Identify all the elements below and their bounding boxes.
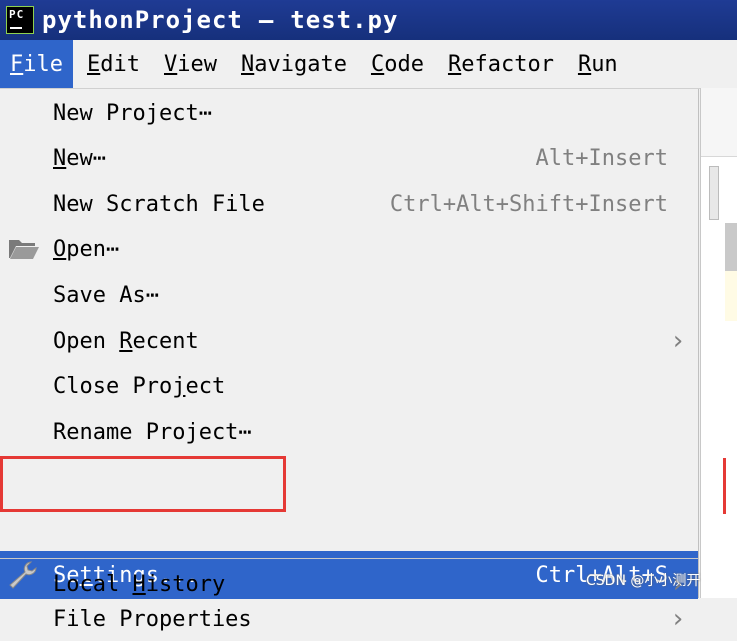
menu-run[interactable]: Run (568, 40, 628, 88)
menu-item-new[interactable]: New⋯ Alt+Insert (0, 136, 698, 180)
menu-item-label: New⋯ (53, 145, 106, 171)
menu-item-open-recent[interactable]: Open Recent › (0, 319, 698, 363)
menu-item-new-scratch-file[interactable]: New Scratch File Ctrl+Alt+Shift+Insert (0, 182, 698, 226)
editor-highlight-line (725, 271, 737, 321)
menu-item-label: Save As⋯ (53, 282, 159, 308)
menu-item-label: Open⋯ (53, 236, 120, 262)
annotation-mark (723, 458, 726, 514)
menu-code[interactable]: Code (361, 40, 434, 88)
folder-open-icon (7, 236, 41, 268)
menu-item-rename-project[interactable]: Rename Project⋯ (0, 410, 698, 454)
window-title-bar: PC pythonProject — test.py (0, 0, 737, 40)
title-separator: — (258, 6, 275, 34)
menu-item-close-project[interactable]: Close Project (0, 364, 698, 408)
menu-refactor[interactable]: Refactor (438, 40, 564, 88)
editor-background-strip (700, 88, 737, 598)
menu-item-label: Rename Project⋯ (53, 419, 252, 445)
menu-item-open[interactable]: Open⋯ (0, 227, 698, 271)
file-name: test.py (290, 6, 399, 34)
menu-item-new-project[interactable]: New Project⋯ (0, 91, 698, 135)
menu-file[interactable]: File (0, 40, 73, 88)
project-name: pythonProject (42, 6, 243, 34)
menu-item-label: New Project⋯ (53, 100, 212, 126)
menu-item-label: Local History (53, 571, 226, 597)
pycharm-app-icon: PC (6, 6, 34, 34)
file-menu-dropdown: New Project⋯ New⋯ Alt+Insert New Scratch… (0, 89, 699, 634)
editor-toolbar-edge (701, 88, 737, 157)
menu-item-label: Open Recent (53, 328, 199, 354)
submenu-arrow-icon: › (670, 326, 686, 356)
editor-gutter-mark (725, 223, 737, 271)
menu-view[interactable]: View (154, 40, 227, 88)
menu-separator (0, 558, 698, 559)
menu-edit[interactable]: Edit (77, 40, 150, 88)
editor-scrollbar[interactable] (709, 166, 719, 220)
shortcut-text: Ctrl+Alt+Shift+Insert (389, 191, 668, 217)
submenu-arrow-icon: › (670, 604, 686, 634)
menu-item-save-as[interactable]: Save As⋯ (0, 273, 698, 317)
watermark-text: CSDN @小小测开 (586, 573, 701, 589)
menu-item-label: File Properties (53, 606, 252, 632)
menu-item-label: Close Project (53, 373, 226, 399)
shortcut-text: Alt+Insert (535, 145, 668, 171)
menu-navigate[interactable]: Navigate (231, 40, 357, 88)
menu-bar: File Edit View Navigate Code Refactor Ru… (0, 40, 737, 89)
menu-item-label: New Scratch File (53, 191, 265, 217)
